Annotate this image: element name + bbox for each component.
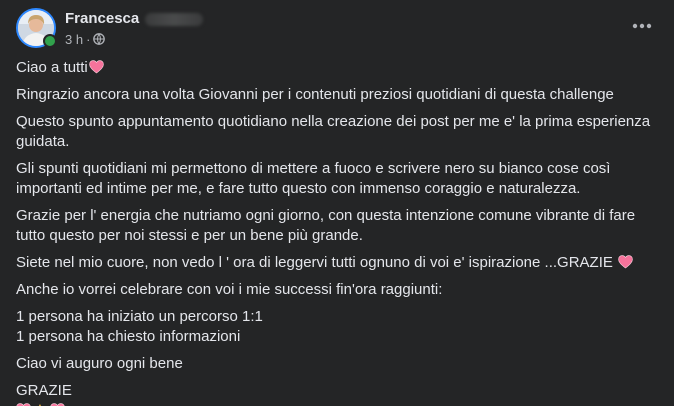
meta-separator: ·	[86, 31, 91, 47]
author-avatar[interactable]	[16, 8, 57, 48]
paragraph-4-line-1: Grazie per l' energia che nutriamo ogni …	[16, 207, 636, 224]
more-horizontal-icon	[632, 23, 652, 29]
list-item: 1 persona ha iniziato un percorso 1:1	[16, 308, 263, 325]
author-name-row: Francesca	[65, 9, 204, 29]
paragraph-6: Anche io vorrei celebrare con voi i mie …	[16, 281, 443, 298]
heart-icon	[88, 60, 104, 74]
paragraph-3: Gli spunti quotidiani mi permettono di m…	[16, 159, 664, 199]
post-meta-row: 3 h ·	[65, 30, 203, 48]
heart-icon	[618, 255, 633, 269]
post-timestamp[interactable]: 3 h	[65, 32, 83, 47]
paragraph-4: Grazie per l' energia che nutriamo ogni …	[16, 206, 664, 246]
post-body: Ciao a tutti Ringrazio ancora una volta …	[16, 58, 664, 406]
paragraph-5-text: Siete nel mio cuore, non vedo l ' ora di…	[16, 254, 613, 271]
post-header: Francesca 3 h ·	[16, 8, 204, 50]
closing-emojis	[16, 401, 664, 406]
paragraph-4-line-2: tutto questo per noi stessi e per un ben…	[16, 227, 363, 244]
achievements-list: 1 persona ha iniziato un percorso 1:1 1 …	[16, 307, 664, 347]
more-options-button[interactable]	[624, 8, 660, 44]
list-item: 1 persona ha chiesto informazioni	[16, 328, 241, 345]
facebook-post: Francesca 3 h · Ciao a tutti Ringrazio a…	[0, 0, 674, 406]
author-meta: Francesca 3 h ·	[65, 8, 204, 48]
greeting-text: Ciao a tutti	[16, 59, 88, 76]
online-status-dot	[43, 34, 57, 48]
redacted-surname	[145, 12, 204, 26]
post-greeting: Ciao a tutti	[16, 58, 664, 78]
globe-icon[interactable]	[93, 33, 106, 45]
paragraph-1: Ringrazio ancora una volta Giovanni per …	[16, 86, 614, 103]
paragraph-5: Siete nel mio cuore, non vedo l ' ora di…	[16, 253, 664, 273]
paragraph-9: GRAZIE	[16, 381, 664, 406]
folded-hands-icon	[39, 404, 41, 406]
paragraph-8: Ciao vi auguro ogni bene	[16, 355, 183, 372]
author-name[interactable]: Francesca	[65, 9, 139, 29]
paragraph-3-line-1: Gli spunti quotidiani mi permettono di m…	[16, 160, 611, 177]
closing-text: GRAZIE	[16, 382, 72, 399]
paragraph-3-line-2: importanti ed intime per me, e fare tutt…	[16, 180, 581, 197]
paragraph-2: Questo spunto appuntamento quotidiano ne…	[16, 113, 651, 150]
